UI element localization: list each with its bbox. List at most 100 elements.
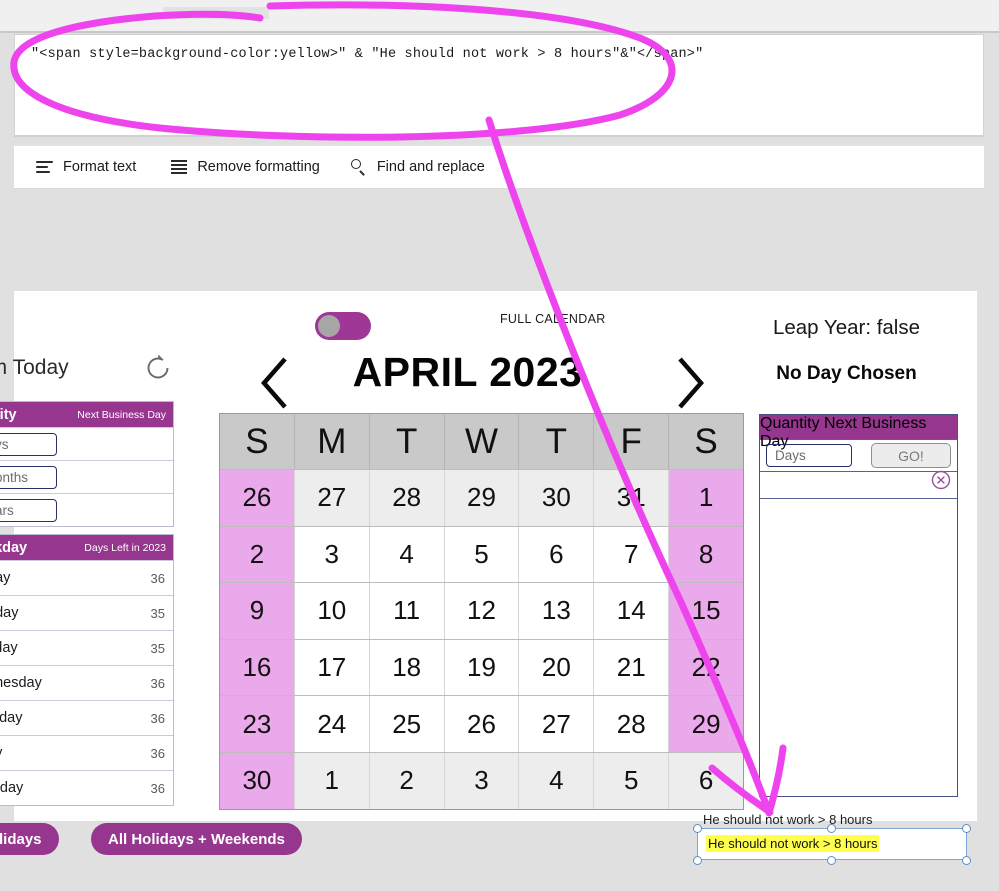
weekday-count: 36 <box>150 570 165 586</box>
resize-handle-top-center[interactable] <box>827 824 836 833</box>
calendar-day-cell[interactable]: 9 <box>220 583 295 639</box>
calendar-day-cell[interactable]: 19 <box>444 639 520 696</box>
calendar-day-cell[interactable]: 28 <box>369 470 445 526</box>
weekday-name: nday <box>0 605 19 621</box>
calendar-day-cell[interactable]: 5 <box>444 526 520 583</box>
resize-handle-top-left[interactable] <box>693 824 702 833</box>
right-quantity-table: Quantity Next Business Day Days GO! <box>759 414 958 797</box>
weekday-table: ekday Days Left in 2023 day 36 nday 35 s… <box>0 534 174 806</box>
weekday-header-fri: F <box>594 414 670 469</box>
weekday-header-right: Days Left in 2023 <box>84 541 166 554</box>
remove-formatting-label: Remove formatting <box>197 159 320 175</box>
format-text-button[interactable]: Format text <box>36 158 136 176</box>
table-row: sday 35 <box>0 630 173 665</box>
calendar-day-cell[interactable]: 30 <box>220 752 295 809</box>
holidays-button[interactable]: Holidays <box>0 823 59 855</box>
resize-handle-bottom-left[interactable] <box>693 856 702 865</box>
calendar-day-cell[interactable]: 16 <box>220 639 295 696</box>
days-input[interactable]: Days <box>766 444 852 467</box>
chrome-divider <box>0 31 999 33</box>
weekday-name: dnesday <box>0 675 42 691</box>
left-quantity-table: ntity Next Business Day ys onths ars <box>0 401 174 527</box>
calendar-day-cell[interactable]: 5 <box>594 752 670 809</box>
calendar-weeks-container: 26 27 28 29 30 31 1 2 3 4 5 6 7 8 9 10 11 12 13 14 15 16 17 18 1… <box>220 469 744 809</box>
table-row: nday 35 <box>0 595 173 630</box>
calendar-day-cell[interactable]: 21 <box>594 639 670 696</box>
calendar-day-cell[interactable]: 7 <box>594 526 670 583</box>
calendar-day-cell[interactable]: 12 <box>444 583 520 639</box>
weekday-count: 36 <box>150 745 165 761</box>
weekday-name: day <box>0 570 11 586</box>
calendar-day-cell[interactable]: 26 <box>444 696 520 752</box>
weekday-name: ay <box>0 745 2 761</box>
resize-handle-top-right[interactable] <box>962 824 971 833</box>
table-row: Days GO! <box>760 439 957 471</box>
calendar-day-cell[interactable]: 3 <box>294 526 370 583</box>
calendar-day-cell[interactable]: 17 <box>294 639 370 696</box>
calendar-day-cell[interactable]: 1 <box>294 752 370 809</box>
calendar-day-cell[interactable]: 4 <box>369 526 445 583</box>
search-icon <box>350 158 368 176</box>
resize-handle-bottom-right[interactable] <box>962 856 971 865</box>
chrome-tab-placeholder[interactable] <box>163 7 269 19</box>
calendar-app-panel: om Today ntity Next Business Day ys onth… <box>0 291 977 855</box>
go-button[interactable]: GO! <box>871 443 951 468</box>
weekday-count: 35 <box>150 640 165 656</box>
find-and-replace-button[interactable]: Find and replace <box>350 158 485 176</box>
all-holidays-weekends-button[interactable]: All Holidays + Weekends <box>91 823 302 855</box>
left-panel: om Today ntity Next Business Day ys onth… <box>0 291 302 855</box>
calendar-section: FULL CALENDAR APRIL 2023 S M T W T F S 2… <box>205 291 744 821</box>
left-months-input[interactable]: onths <box>0 465 57 489</box>
calendar-view-toggle[interactable] <box>315 312 371 340</box>
calendar-day-cell[interactable]: 11 <box>369 583 445 639</box>
calendar-grid: S M T W T F S 26 27 28 29 30 31 1 2 3 4 5 6 7 8 9 10 11 1… <box>219 413 744 810</box>
calendar-day-cell[interactable]: 4 <box>519 752 595 809</box>
weekday-header-tue: T <box>370 414 445 469</box>
left-quantity-header-left: ntity <box>0 406 17 423</box>
formula-bar-bottom-edge <box>14 136 984 137</box>
calendar-week-row: 23 24 25 26 27 28 29 <box>220 695 744 752</box>
calendar-day-cell[interactable]: 10 <box>294 583 370 639</box>
calendar-day-cell[interactable]: 28 <box>594 696 670 752</box>
calendar-day-cell[interactable]: 27 <box>294 470 370 526</box>
table-row: urday 36 <box>0 770 173 805</box>
weekday-name: rsday <box>0 710 23 726</box>
weekday-count: 36 <box>150 780 165 796</box>
left-days-input[interactable]: ys <box>0 432 57 456</box>
left-years-input[interactable]: ars <box>0 498 57 522</box>
calendar-day-cell[interactable]: 2 <box>220 526 295 583</box>
calendar-day-cell[interactable]: 27 <box>519 696 595 752</box>
calendar-day-cell[interactable]: 2 <box>369 752 445 809</box>
calendar-day-cell[interactable]: 26 <box>220 470 295 526</box>
calendar-day-cell[interactable]: 29 <box>444 470 520 526</box>
weekday-name: sday <box>0 640 18 656</box>
resize-handle-bottom-center[interactable] <box>827 856 836 865</box>
formula-input-value[interactable]: "<span style=background-color:yellow>" &… <box>31 47 703 62</box>
calendar-day-cell[interactable]: 13 <box>519 583 595 639</box>
calendar-day-cell[interactable]: 23 <box>220 696 295 752</box>
calendar-day-cell[interactable]: 25 <box>369 696 445 752</box>
spreadsheet-workspace-area <box>14 189 984 291</box>
calendar-day-cell[interactable]: 20 <box>519 639 595 696</box>
calendar-day-cell[interactable]: 31 <box>594 470 670 526</box>
left-panel-title: om Today <box>0 356 69 379</box>
calendar-day-cell[interactable]: 14 <box>594 583 670 639</box>
table-row: ay 36 <box>0 735 173 770</box>
window-chrome-bar <box>0 0 999 33</box>
calendar-weekday-header-row: S M T W T F S <box>220 414 744 469</box>
refresh-icon[interactable] <box>143 353 173 383</box>
clear-circle-x-icon[interactable] <box>930 469 952 491</box>
weekday-count: 36 <box>150 710 165 726</box>
right-result-row <box>760 469 957 498</box>
format-text-label: Format text <box>63 159 137 175</box>
remove-formatting-button[interactable]: Remove formatting <box>170 158 320 176</box>
calendar-day-cell[interactable]: 6 <box>519 526 595 583</box>
calendar-day-cell[interactable]: 18 <box>369 639 445 696</box>
calendar-day-cell[interactable]: 3 <box>444 752 520 809</box>
formula-bar[interactable]: "<span style=background-color:yellow>" &… <box>14 34 984 136</box>
calendar-day-cell[interactable]: 30 <box>519 470 595 526</box>
table-row: ars <box>0 493 173 526</box>
toggle-knob <box>318 315 340 337</box>
calendar-day-cell[interactable]: 24 <box>294 696 370 752</box>
weekday-header-mon: M <box>295 414 370 469</box>
